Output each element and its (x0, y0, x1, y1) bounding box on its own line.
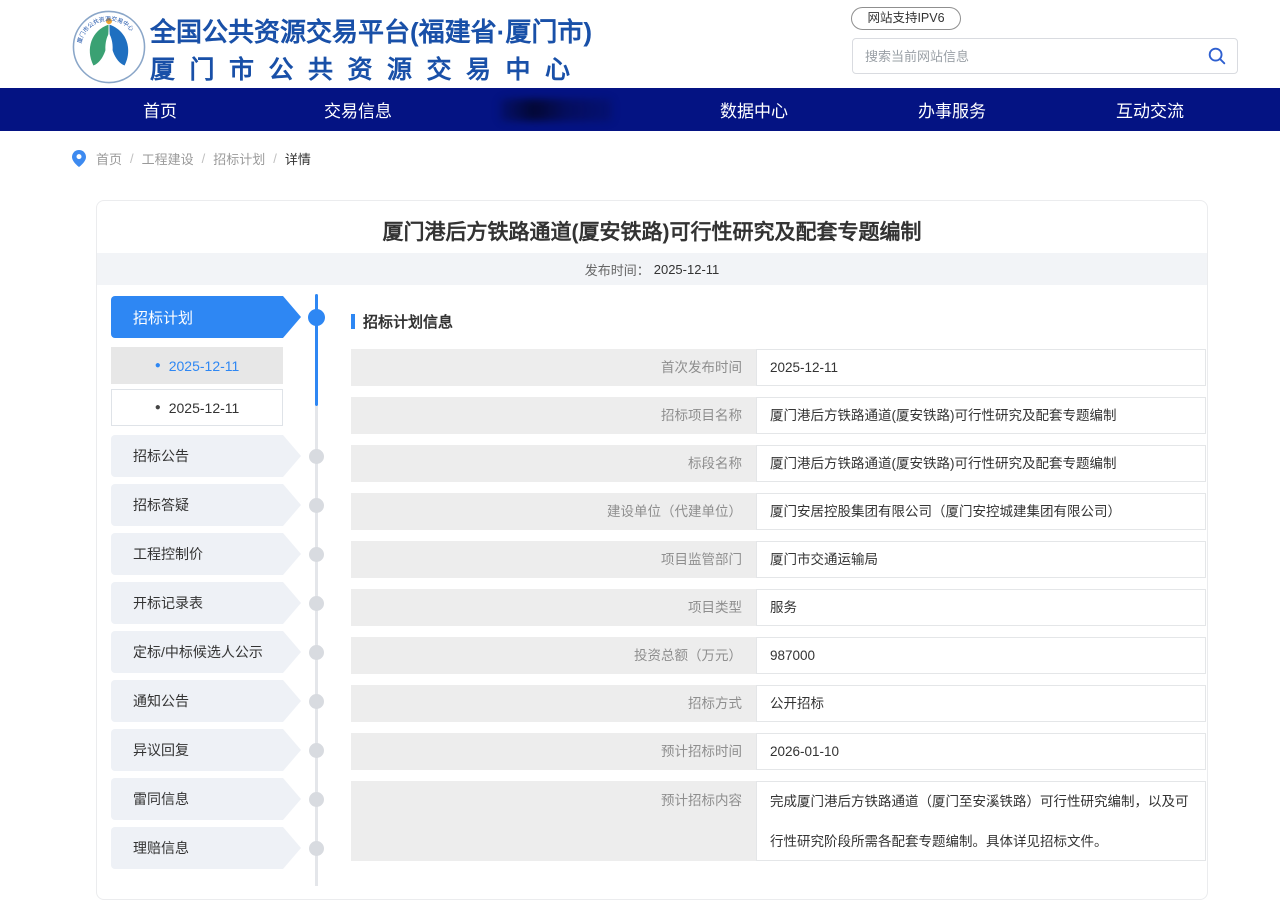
field-label: 预计招标时间 (351, 733, 756, 770)
breadcrumb-detail: 详情 (285, 149, 311, 168)
field-row-project-type: 项目类型 服务 (351, 589, 1206, 626)
site-header: 厦门市公共资源交易中心 全国公共资源交易平台(福建省·厦门市) 厦门市公共资源交… (0, 8, 1280, 88)
clipped-banner-artifact: 全国公共资源交易平台(福建省·厦门市) (0, 0, 1280, 8)
field-label: 投资总额（万元） (351, 637, 756, 674)
breadcrumb: 首页 / 工程建设 / 招标计划 / 详情 (72, 145, 311, 171)
sidebar-tab-bid-qa[interactable]: 招标答疑 (111, 484, 283, 526)
field-label: 首次发布时间 (351, 349, 756, 386)
timeline-dot (309, 694, 324, 709)
field-row-construction-unit: 建设单位（代建单位） 厦门安居控股集团有限公司（厦门安控城建集团有限公司） (351, 493, 1206, 530)
search-input[interactable] (853, 49, 1197, 64)
field-row-expected-bid-time: 预计招标时间 2026-01-10 (351, 733, 1206, 770)
sidebar-tab-bid-announcement[interactable]: 招标公告 (111, 435, 283, 477)
timeline-dot (309, 645, 324, 660)
ipv6-badge: 网站支持IPV6 (851, 7, 961, 30)
field-value: 厦门市交通运输局 (756, 541, 1206, 578)
breadcrumb-construction[interactable]: 工程建设 (142, 149, 194, 168)
nav-item-home[interactable]: 首页 (61, 88, 259, 131)
timeline-dot (309, 792, 324, 807)
nav-item-services[interactable]: 办事服务 (853, 88, 1051, 131)
bullet-dot-icon: ● (155, 360, 161, 371)
breadcrumb-home[interactable]: 首页 (96, 149, 122, 168)
search-icon (1206, 45, 1228, 67)
section-header: 招标计划信息 (351, 311, 1206, 332)
field-value: 服务 (756, 589, 1206, 626)
field-row-bid-method: 招标方式 公开招标 (351, 685, 1206, 722)
field-row-section-name: 标段名称 厦门港后方铁路通道(厦安铁路)可行性研究及配套专题编制 (351, 445, 1206, 482)
nav-item-data-center[interactable]: 数据中心 (655, 88, 853, 131)
timeline-dot (309, 841, 324, 856)
publish-time-band: 发布时间： 2025-12-11 (97, 253, 1207, 285)
page-title: 厦门港后方铁路通道(厦安铁路)可行性研究及配套专题编制 (97, 201, 1207, 253)
field-value: 完成厦门港后方铁路通道（厦门至安溪铁路）可行性研究编制，以及可行性研究阶段所需各… (756, 781, 1206, 861)
subitem-label: 2025-12-11 (169, 358, 240, 374)
blurred-label (500, 99, 612, 121)
breadcrumb-separator: / (202, 151, 206, 166)
field-value: 2025-12-11 (756, 349, 1206, 386)
sidebar-tab-control-price[interactable]: 工程控制价 (111, 533, 283, 575)
site-title-line2: 厦门市公共资源交易中心 (150, 50, 590, 86)
bullet-dot-icon: ● (155, 402, 161, 413)
breadcrumb-bid-plan[interactable]: 招标计划 (213, 149, 265, 168)
field-label: 建设单位（代建单位） (351, 493, 756, 530)
sidebar-tab-winner-publicity[interactable]: 定标/中标候选人公示 (111, 631, 283, 673)
timeline-dot (309, 547, 324, 562)
nav-item-interaction[interactable]: 互动交流 (1051, 88, 1249, 131)
field-row-first-publish-time: 首次发布时间 2025-12-11 (351, 349, 1206, 386)
field-value: 厦门安居控股集团有限公司（厦门安控城建集团有限公司） (756, 493, 1206, 530)
sidebar-tab-opening-record[interactable]: 开标记录表 (111, 582, 283, 624)
sidebar-tab-similarity-info[interactable]: 雷同信息 (111, 778, 283, 820)
nav-item-redacted[interactable] (457, 88, 655, 131)
sidebar-subitem-date[interactable]: ● 2025-12-11 (111, 389, 283, 426)
timeline-dot (309, 596, 324, 611)
section-accent-bar (351, 314, 355, 329)
publish-time-value: 2025-12-11 (654, 262, 720, 277)
field-value: 厦门港后方铁路通道(厦安铁路)可行性研究及配套专题编制 (756, 397, 1206, 434)
field-row-total-investment: 投资总额（万元） 987000 (351, 637, 1206, 674)
sidebar-tab-objection-reply[interactable]: 异议回复 (111, 729, 283, 771)
nav-item-trade-info[interactable]: 交易信息 (259, 88, 457, 131)
timeline-dot-active (308, 309, 325, 326)
sidebar-tab-bid-plan-active[interactable]: 招标计划 (111, 296, 283, 338)
subitem-label: 2025-12-11 (169, 400, 240, 416)
section-title: 招标计划信息 (363, 311, 453, 332)
field-label: 预计招标内容 (351, 781, 756, 861)
timeline-dot (309, 743, 324, 758)
sidebar-tab-notice[interactable]: 通知公告 (111, 680, 283, 722)
site-search (852, 38, 1238, 74)
field-row-project-name: 招标项目名称 厦门港后方铁路通道(厦安铁路)可行性研究及配套专题编制 (351, 397, 1206, 434)
sidebar-tab-claim-info[interactable]: 理赔信息 (111, 827, 283, 869)
site-title-line1: 全国公共资源交易平台(福建省·厦门市) (150, 12, 590, 49)
site-logo[interactable]: 厦门市公共资源交易中心 (72, 10, 146, 84)
field-label: 标段名称 (351, 445, 756, 482)
field-label: 招标项目名称 (351, 397, 756, 434)
field-label: 招标方式 (351, 685, 756, 722)
sidebar-subitem-date-selected[interactable]: ● 2025-12-11 (111, 347, 283, 384)
detail-content: 招标计划信息 首次发布时间 2025-12-11 招标项目名称 厦门港后方铁路通… (351, 285, 1207, 872)
field-row-expected-bid-content: 预计招标内容 完成厦门港后方铁路通道（厦门至安溪铁路）可行性研究编制，以及可行性… (351, 781, 1206, 861)
location-pin-icon (72, 150, 86, 167)
field-value: 987000 (756, 637, 1206, 674)
field-value: 2026-01-10 (756, 733, 1206, 770)
site-title-block: 全国公共资源交易平台(福建省·厦门市) 厦门市公共资源交易中心 XIAMEN P… (150, 12, 590, 99)
field-value: 厦门港后方铁路通道(厦安铁路)可行性研究及配套专题编制 (756, 445, 1206, 482)
timeline-dot (309, 498, 324, 513)
main-nav: 首页 交易信息 数据中心 办事服务 互动交流 (0, 88, 1280, 131)
field-label: 项目监管部门 (351, 541, 756, 578)
field-row-supervising-dept: 项目监管部门 厦门市交通运输局 (351, 541, 1206, 578)
breadcrumb-separator: / (273, 151, 277, 166)
search-button[interactable] (1197, 39, 1237, 73)
detail-card: 厦门港后方铁路通道(厦安铁路)可行性研究及配套专题编制 发布时间： 2025-1… (96, 200, 1208, 900)
field-label: 项目类型 (351, 589, 756, 626)
breadcrumb-separator: / (130, 151, 134, 166)
logo-seal-icon: 厦门市公共资源交易中心 (72, 10, 146, 84)
publish-time-label: 发布时间： (585, 260, 650, 279)
timeline-dot (309, 449, 324, 464)
field-value: 公开招标 (756, 685, 1206, 722)
